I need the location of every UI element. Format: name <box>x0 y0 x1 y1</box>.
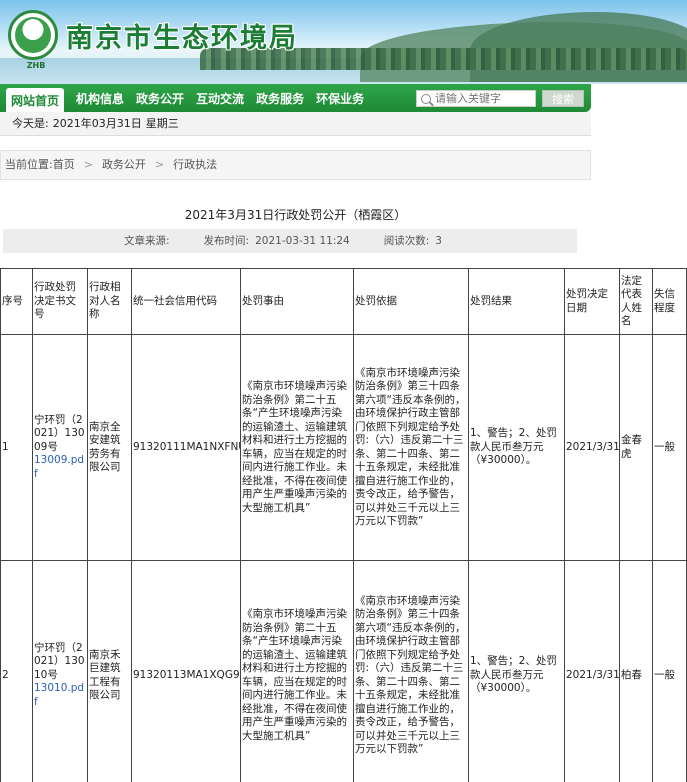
article-meta: 文章来源: 发布时间: 2021-03-31 11:24 阅读次数: 3 <box>3 229 577 253</box>
cell-basis: 《南京市环境噪声污染防治条例》第三十四条第六项“违反本条例的，由环境保护行政主管… <box>353 560 469 782</box>
nav-item-interaction[interactable]: 互动交流 <box>196 90 244 107</box>
col-header-legal-rep: 法定代表人姓名 <box>619 268 653 335</box>
breadcrumb-home[interactable]: 当前位置:首页 <box>5 158 75 171</box>
col-header-result: 处罚结果 <box>468 268 565 335</box>
breadcrumb-gov-affairs[interactable]: 政务公开 <box>102 158 146 171</box>
site-banner: ZHB 南京市生态环境局 <box>0 0 687 84</box>
current-date: 2021年03月31日 <box>52 117 142 130</box>
date-bar: 今天是: 2021年03月31日 星期三 <box>0 112 591 136</box>
cell-result: 1、警告；2、处罚款人民币叁万元（¥30000）。 <box>468 560 565 782</box>
doc-pdf-link[interactable]: 13009.pdf <box>34 454 84 480</box>
nav-item-env-business[interactable]: 环保业务 <box>316 90 364 107</box>
main-nav: 网站首页 机构信息 政务公开 互动交流 政务服务 环保业务 搜索 <box>0 84 591 113</box>
cell-legal-rep: 柏春 <box>619 560 653 782</box>
breadcrumb: 当前位置:首页 > 政务公开 > 行政执法 <box>0 150 591 180</box>
logo-text: ZHB <box>26 61 46 70</box>
nav-item-gov-affairs[interactable]: 政务公开 <box>136 90 184 107</box>
col-header-date: 处罚决定日期 <box>564 268 620 335</box>
cell-degree: 一般 <box>652 560 687 782</box>
date-label: 今天是: <box>12 117 49 130</box>
search-button[interactable]: 搜索 <box>542 90 584 107</box>
cell-degree: 一般 <box>652 334 687 561</box>
cell-credit-code: 91320111MA1NXFNU21 <box>131 334 241 561</box>
cell-party: 南京禾巨建筑工程有限公司 <box>87 560 132 782</box>
col-header-degree: 失信程度 <box>652 268 687 335</box>
table-row: 2 宁环罚（2021）13010号 13010.pdf 南京禾巨建筑工程有限公司 … <box>0 560 687 782</box>
cell-credit-code: 91320113MA1XQG9CX7 <box>131 560 241 782</box>
site-title[interactable]: 南京市生态环境局 <box>66 16 298 55</box>
search-box[interactable] <box>416 90 536 107</box>
publish-date: 2021-03-31 11:24 <box>255 235 350 247</box>
views-label: 阅读次数: <box>383 235 430 247</box>
cell-doc-no: 宁环罚（2021）13010号 13010.pdf <box>32 560 88 782</box>
col-header-party: 行政相对人名称 <box>87 268 132 335</box>
col-header-reason: 处罚事由 <box>240 268 354 335</box>
cell-no: 2 <box>0 560 33 782</box>
cell-reason: 《南京市环境噪声污染防治条例》第二十五条“产生环境噪声污染的运输渣土、运输建筑材… <box>240 560 354 782</box>
views-count: 3 <box>435 235 442 247</box>
cell-doc-no: 宁环罚（2021）13009号 13009.pdf <box>32 334 88 561</box>
logo-emblem-icon <box>15 17 51 53</box>
doc-number: 宁环罚（2021）13009号 <box>34 413 85 453</box>
breadcrumb-separator: > <box>83 158 93 171</box>
search-icon <box>421 93 431 104</box>
penalty-table: 序号 行政处罚决定书文号 行政相对人名称 统一社会信用代码 处罚事由 处罚依据 … <box>0 268 687 782</box>
breadcrumb-law-enforcement[interactable]: 行政执法 <box>173 158 217 171</box>
col-header-doc-no: 行政处罚决定书文号 <box>32 268 88 335</box>
publish-date-label: 发布时间: <box>203 235 250 247</box>
cell-date: 2021/3/31 <box>564 560 620 782</box>
nav-item-services[interactable]: 政务服务 <box>256 90 304 107</box>
nav-item-organization[interactable]: 机构信息 <box>76 90 124 107</box>
cell-reason: 《南京市环境噪声污染防治条例》第二十五条“产生环境噪声污染的运输渣土、运输建筑材… <box>240 334 354 561</box>
table-header-row: 序号 行政处罚决定书文号 行政相对人名称 统一社会信用代码 处罚事由 处罚依据 … <box>0 268 687 335</box>
breadcrumb-separator: > <box>154 158 165 171</box>
site-logo[interactable]: ZHB <box>8 10 58 70</box>
article-title: 2021年3月31日行政处罚公开（栖霞区） <box>184 208 407 222</box>
doc-number: 宁环罚（2021）13010号 <box>34 641 85 681</box>
cell-basis: 《南京市环境噪声污染防治条例》第三十四条第六项“违反本条例的，由环境保护行政主管… <box>353 334 469 561</box>
current-weekday: 星期三 <box>145 117 179 130</box>
col-header-basis: 处罚依据 <box>353 268 469 335</box>
cell-date: 2021/3/31 <box>564 334 620 561</box>
cell-no: 1 <box>0 334 33 561</box>
search-input[interactable] <box>435 92 531 105</box>
table-row: 1 宁环罚（2021）13009号 13009.pdf 南京全安建筑劳务有限公司 … <box>0 334 687 561</box>
nav-item-home[interactable]: 网站首页 <box>6 87 65 113</box>
col-header-no: 序号 <box>0 268 33 335</box>
cell-result: 1、警告；2、处罚款人民币叁万元（¥30000）。 <box>468 334 565 561</box>
col-header-credit-code: 统一社会信用代码 <box>131 268 241 335</box>
cell-legal-rep: 金春虎 <box>619 334 653 561</box>
source-label: 文章来源: <box>124 235 170 247</box>
doc-pdf-link[interactable]: 13010.pdf <box>34 682 84 708</box>
cell-party: 南京全安建筑劳务有限公司 <box>87 334 132 561</box>
